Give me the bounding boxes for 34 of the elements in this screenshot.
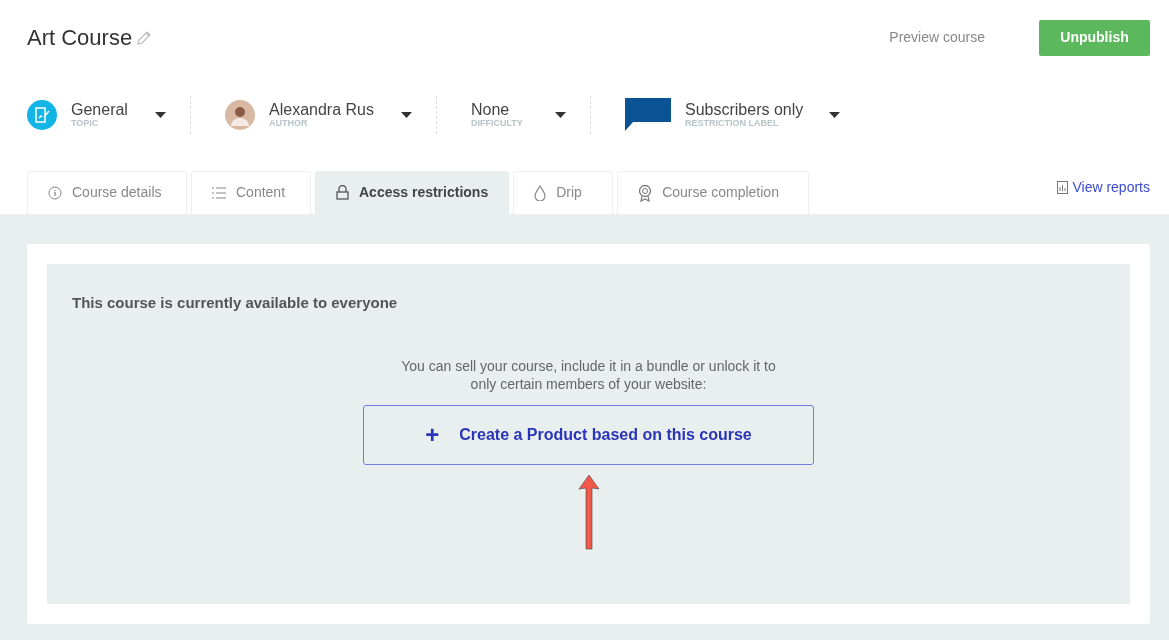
arrow-icon xyxy=(576,472,601,553)
list-icon xyxy=(212,186,226,199)
preview-course-link[interactable]: Preview course xyxy=(883,26,991,49)
avatar-icon xyxy=(225,100,255,130)
selector-value[interactable]: Alexandra Rus xyxy=(269,100,387,119)
tab[interactable]: Content xyxy=(191,171,311,214)
award-icon xyxy=(638,183,653,202)
selector-value[interactable]: Subscribers only xyxy=(685,100,815,119)
pencil-icon[interactable] xyxy=(136,29,153,46)
panel-heading: This course is currently available to everyone xyxy=(72,293,399,313)
caret-icon xyxy=(155,112,166,118)
selector-value[interactable]: None xyxy=(471,100,541,119)
caret-icon xyxy=(401,112,412,118)
selector-caption: DIFFICULTY xyxy=(471,118,524,130)
tab[interactable]: Drip xyxy=(513,171,614,214)
selector-caption: RESTRICTION LABEL xyxy=(685,118,780,130)
tab[interactable]: Course completion xyxy=(617,171,810,214)
create-product-button[interactable]: + Create a Product based on this course xyxy=(363,404,814,465)
tab[interactable]: Access restrictions xyxy=(315,171,510,214)
plus-icon: + xyxy=(425,416,440,453)
lock-icon xyxy=(336,185,349,200)
report-icon xyxy=(1057,181,1069,194)
caret-icon xyxy=(829,112,840,118)
selector-caption: TOPIC xyxy=(71,118,100,130)
document-pen-icon xyxy=(27,100,57,130)
selector-caption: AUTHOR xyxy=(269,118,309,130)
drop-icon xyxy=(534,184,547,201)
selector-value[interactable]: General xyxy=(71,100,141,119)
view-reports-link[interactable]: View reports xyxy=(1057,177,1150,198)
info-icon xyxy=(48,185,62,200)
panel-description: You can sell your course, include it in a bundle or unlock it to only certain members of your website: xyxy=(400,356,777,393)
course-title: Art Course xyxy=(27,24,133,52)
caret-icon xyxy=(555,112,566,118)
tab[interactable]: Course details xyxy=(27,171,187,214)
